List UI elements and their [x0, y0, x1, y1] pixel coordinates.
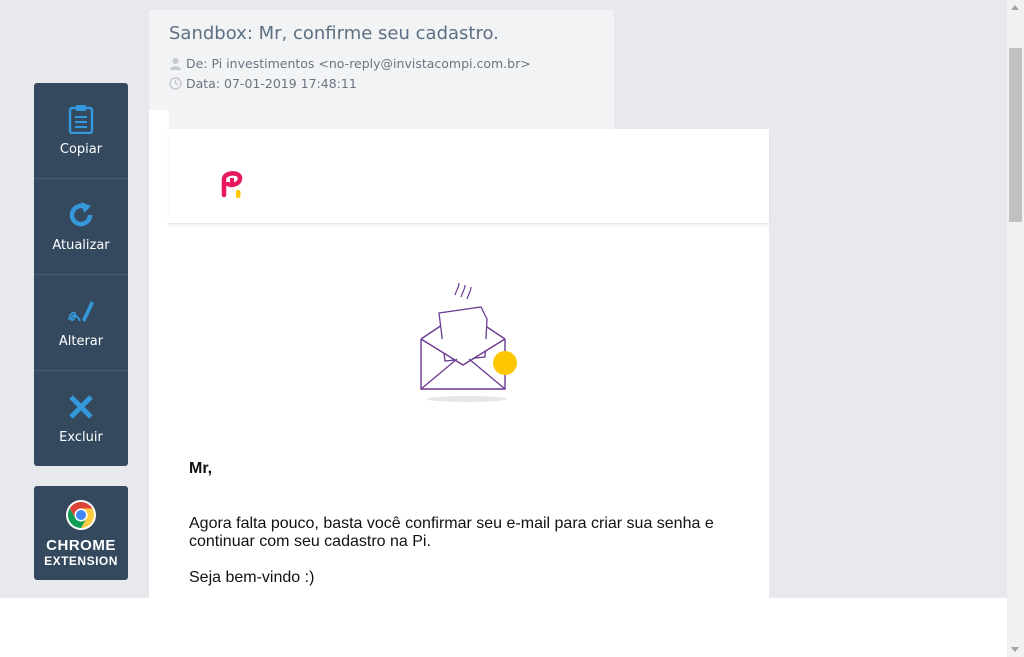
email-date: Data: 07-01-2019 17:48:11: [186, 76, 357, 91]
copy-button[interactable]: Copiar: [34, 83, 128, 179]
scroll-up-icon[interactable]: [1011, 5, 1019, 10]
scroll-down-icon[interactable]: [1011, 647, 1019, 652]
email-body: Mr, Agora falta pouco, basta você confir…: [149, 129, 769, 598]
email-subject: Sandbox: Mr, confirme seu cadastro.: [169, 23, 499, 44]
email-paragraph: Agora falta pouco, basta você confirmar …: [189, 515, 714, 550]
email-greeting: Mr,: [189, 460, 213, 477]
clock-icon: [169, 77, 182, 90]
email-date-row: Data: 07-01-2019 17:48:11: [169, 76, 357, 91]
email-closing: Seja bem-vindo :): [189, 569, 315, 586]
action-panel: Copiar Atualizar Alterar Excluir: [34, 83, 128, 466]
chrome-extension-line2: EXTENSION: [44, 553, 118, 568]
email-logo-area: [169, 129, 769, 224]
edit-button[interactable]: Alterar: [34, 275, 128, 371]
edit-pen-icon: [66, 296, 96, 326]
chrome-extension-line1: CHROME: [46, 536, 116, 554]
delete-button[interactable]: Excluir: [34, 371, 128, 466]
refresh-icon: [66, 200, 96, 230]
email-from: De: Pi investimentos <no-reply@invistaco…: [186, 56, 531, 71]
user-icon: [170, 58, 181, 70]
chrome-logo-icon: [66, 499, 96, 530]
copy-label: Copiar: [59, 142, 103, 157]
email-body-corner: [149, 110, 169, 130]
pi-logo-icon: [221, 171, 243, 198]
chrome-extension-button[interactable]: CHROME EXTENSION: [34, 486, 128, 580]
envelope-illustration-icon: [420, 282, 517, 402]
clipboard-icon: [66, 104, 96, 134]
scroll-thumb[interactable]: [1009, 48, 1022, 222]
email-from-row: De: Pi investimentos <no-reply@invistaco…: [169, 56, 531, 71]
close-x-icon: [66, 392, 96, 422]
edit-label: Alterar: [58, 334, 104, 349]
refresh-button[interactable]: Atualizar: [34, 179, 128, 275]
page-bottom-area: [0, 598, 1007, 657]
delete-label: Excluir: [59, 430, 103, 445]
refresh-label: Atualizar: [52, 238, 110, 253]
scrollbar[interactable]: [1007, 0, 1024, 657]
email-header: Sandbox: Mr, confirme seu cadastro. De: …: [149, 10, 614, 129]
